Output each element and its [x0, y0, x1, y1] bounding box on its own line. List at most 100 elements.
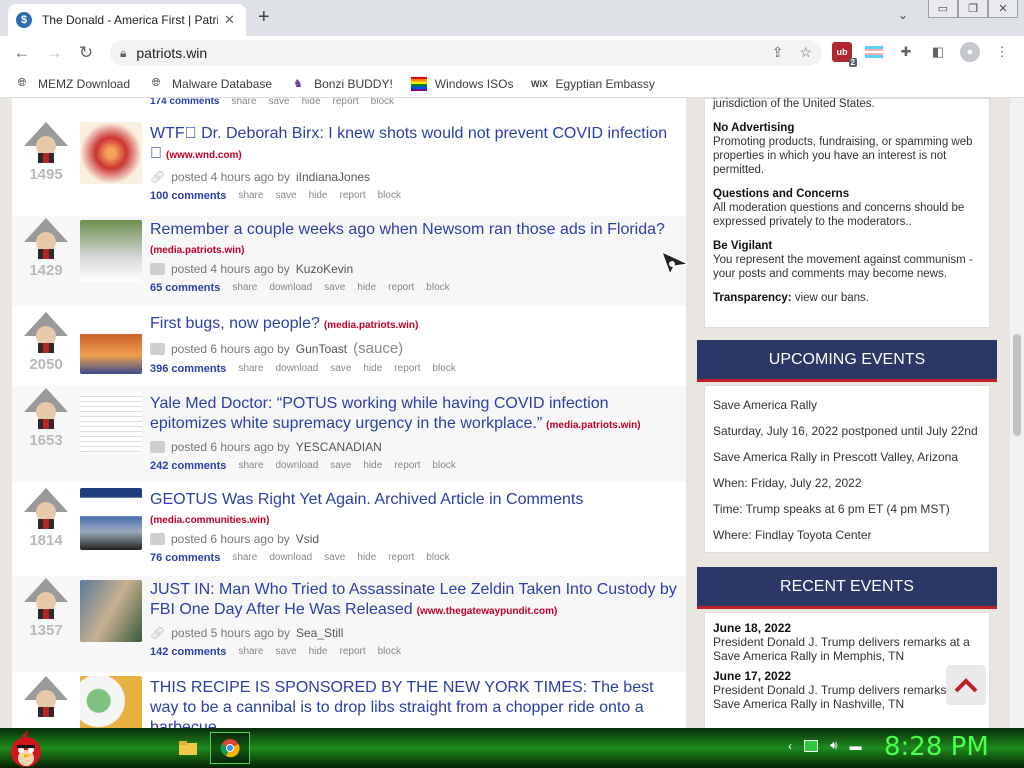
post-domain[interactable]: (media.patriots.win) — [546, 420, 640, 431]
event-line: Save America Rally — [713, 398, 818, 412]
taskbar-clock[interactable]: 8:28 PM — [884, 732, 989, 762]
post-author[interactable]: Vsid — [296, 532, 319, 546]
event-line: Save America Rally in Prescott Valley, A… — [713, 450, 958, 464]
bookmark-egyptian-embassy[interactable]: WiX Egyptian Embassy — [531, 77, 655, 91]
chevron-down-icon[interactable]: ⌄ — [898, 8, 908, 22]
post-domain[interactable]: (www.wnd.com) — [166, 150, 242, 161]
puzzle-icon[interactable]: ✚ — [896, 42, 916, 62]
file-explorer-taskbar-icon[interactable] — [168, 732, 208, 764]
side-panel-icon[interactable]: ◧ — [928, 42, 948, 62]
reload-icon[interactable]: ↻ — [70, 43, 102, 63]
view-bans-link[interactable]: view our bans. — [795, 292, 869, 304]
windows-icon — [410, 76, 427, 91]
upvote-trump-icon[interactable] — [22, 120, 70, 164]
bookmark-windows-isos[interactable]: Windows ISOs — [410, 76, 513, 91]
post-body: Remember a couple weeks ago when Newsom … — [150, 220, 680, 294]
event-line: Time: Trump speaks at 6 pm ET (4 pm MST) — [713, 502, 950, 516]
taskbar: ‹ 🔊︎ ▬ 8:28 PM — [0, 728, 1024, 768]
shield-extension-icon[interactable]: ub 2 — [832, 42, 857, 67]
page-scrollbar[interactable] — [1010, 98, 1024, 728]
post-thumbnail[interactable] — [80, 220, 142, 282]
tab-strip: $ The Donald - America First | Patriots.… — [0, 0, 1024, 36]
chrome-taskbar-icon[interactable] — [210, 732, 250, 764]
upvote-trump-icon[interactable] — [22, 310, 70, 354]
angry-bird-start-icon[interactable] — [4, 728, 48, 768]
post-title[interactable]: Remember a couple weeks ago when Newsom … — [150, 221, 665, 238]
rules-text: jurisdiction of the United States. — [713, 98, 875, 110]
post-title[interactable]: First bugs, now people? — [150, 315, 320, 332]
rule-heading: Questions and Concerns — [713, 188, 850, 200]
chevron-up-icon — [954, 678, 978, 693]
vote-box: 1495 — [22, 120, 70, 183]
more-menu-icon[interactable]: ⋮ — [992, 42, 1012, 62]
share-icon[interactable]: ⇪ — [772, 44, 784, 61]
upcoming-events-box: Save America Rally Saturday, July 16, 20… — [704, 385, 990, 553]
profile-avatar[interactable]: ● — [960, 42, 980, 62]
bookmark-bonzi-buddy[interactable]: ♞ Bonzi BUDDY! — [290, 77, 393, 91]
post-title[interactable]: THIS RECIPE IS SPONSORED BY THE NEW YORK… — [150, 679, 654, 728]
post-domain[interactable]: (media.patriots.win) — [150, 245, 244, 256]
post-domain[interactable]: (media.communities.win) — [150, 515, 269, 526]
scrollbar-thumb[interactable] — [1013, 334, 1021, 436]
post-author[interactable]: KuzoKevin — [296, 262, 353, 276]
post-thumbnail[interactable] — [80, 488, 142, 550]
sauce-link[interactable]: (sauce) — [353, 340, 403, 357]
vote-count: 1814 — [29, 532, 63, 549]
post-author[interactable]: YESCANADIAN — [296, 440, 382, 454]
camera-icon — [150, 263, 165, 275]
new-tab-icon[interactable]: + — [258, 6, 270, 29]
camera-icon — [150, 441, 165, 453]
flag-extension-icon[interactable] — [864, 42, 884, 62]
upvote-trump-icon[interactable] — [22, 386, 70, 430]
post-title[interactable]: GEOTUS Was Right Yet Again. Archived Art… — [150, 491, 583, 508]
url-text: patriots.win — [136, 45, 208, 61]
post-actions: 76 comments share download save hide report bl… — [150, 552, 450, 564]
event-text: President Donald J. Trump delivers remar… — [713, 683, 970, 711]
post-item: 1357 JUST IN: Man Who Tried to Assassina… — [12, 576, 686, 672]
upvote-trump-icon[interactable] — [22, 674, 70, 718]
post-title[interactable]: Yale Med Doctor: “POTUS working while ha… — [150, 395, 609, 432]
minimize-button[interactable]: ▭ — [928, 0, 958, 18]
forward-arrow-icon[interactable]: → — [38, 43, 70, 63]
close-tab-icon[interactable]: ✕ — [224, 12, 235, 28]
post-item: 1653 Yale Med Doctor: “POTUS working whi… — [12, 386, 686, 482]
post-title[interactable]: JUST IN: Man Who Tried to Assassinate Le… — [150, 581, 677, 618]
lock-icon[interactable]: 🔒︎ — [120, 46, 126, 61]
vote-box: 2050 — [22, 310, 70, 373]
post-thumbnail[interactable] — [80, 312, 142, 374]
browser-tab[interactable]: $ The Donald - America First | Patriots.… — [8, 4, 246, 36]
vote-box: 1814 — [22, 486, 70, 549]
vote-count: 1495 — [29, 166, 63, 183]
tray-expand-icon[interactable]: ‹ — [788, 739, 792, 753]
close-window-button[interactable]: ✕ — [988, 0, 1018, 18]
post-thumbnail[interactable] — [80, 676, 142, 728]
window-controls: ▭ ❐ ✕ — [928, 0, 1018, 18]
upvote-trump-icon[interactable] — [22, 576, 70, 620]
tray-bar-icon[interactable]: ▬ — [850, 739, 862, 753]
tab-title: The Donald - America First | Patriots.wi… — [42, 13, 218, 27]
back-arrow-icon[interactable]: ← — [6, 43, 38, 63]
address-bar[interactable]: 🔒︎ patriots.win ⇪ ☆ — [110, 40, 822, 66]
post-author[interactable]: iIndianaJones — [296, 170, 370, 184]
bookmark-star-icon[interactable]: ☆ — [799, 44, 812, 61]
post-thumbnail[interactable] — [80, 122, 142, 184]
post-domain[interactable]: (www.thegatewaypundit.com) — [417, 606, 558, 617]
post-thumbnail[interactable] — [80, 580, 142, 642]
post-author[interactable]: GunToast — [296, 342, 347, 356]
upvote-trump-icon[interactable] — [22, 216, 70, 260]
bookmark-malware-database[interactable]: 🌐︎ Malware Database — [148, 77, 272, 91]
post-thumbnail[interactable] — [80, 392, 142, 454]
upvote-trump-icon[interactable] — [22, 486, 70, 530]
event-date: June 17, 2022 — [713, 669, 792, 683]
extensions-area: ub 2 ✚ ◧ ● ⋮ — [832, 42, 1012, 67]
post-author[interactable]: Sea_Still — [296, 626, 343, 640]
network-icon[interactable] — [804, 739, 818, 752]
rule-text: Promoting products, fundraising, or spam… — [713, 136, 973, 176]
post-actions: 396 comments share download save hide report b… — [150, 363, 456, 375]
volume-icon[interactable]: 🔊︎ — [830, 738, 838, 753]
bookmark-memz[interactable]: 🌐︎ MEMZ Download — [14, 77, 130, 91]
maximize-button[interactable]: ❐ — [958, 0, 988, 18]
event-text: President Donald J. Trump delivers remar… — [713, 635, 970, 663]
scroll-to-top-button[interactable] — [946, 665, 986, 705]
post-domain[interactable]: (media.patriots.win) — [324, 320, 418, 331]
